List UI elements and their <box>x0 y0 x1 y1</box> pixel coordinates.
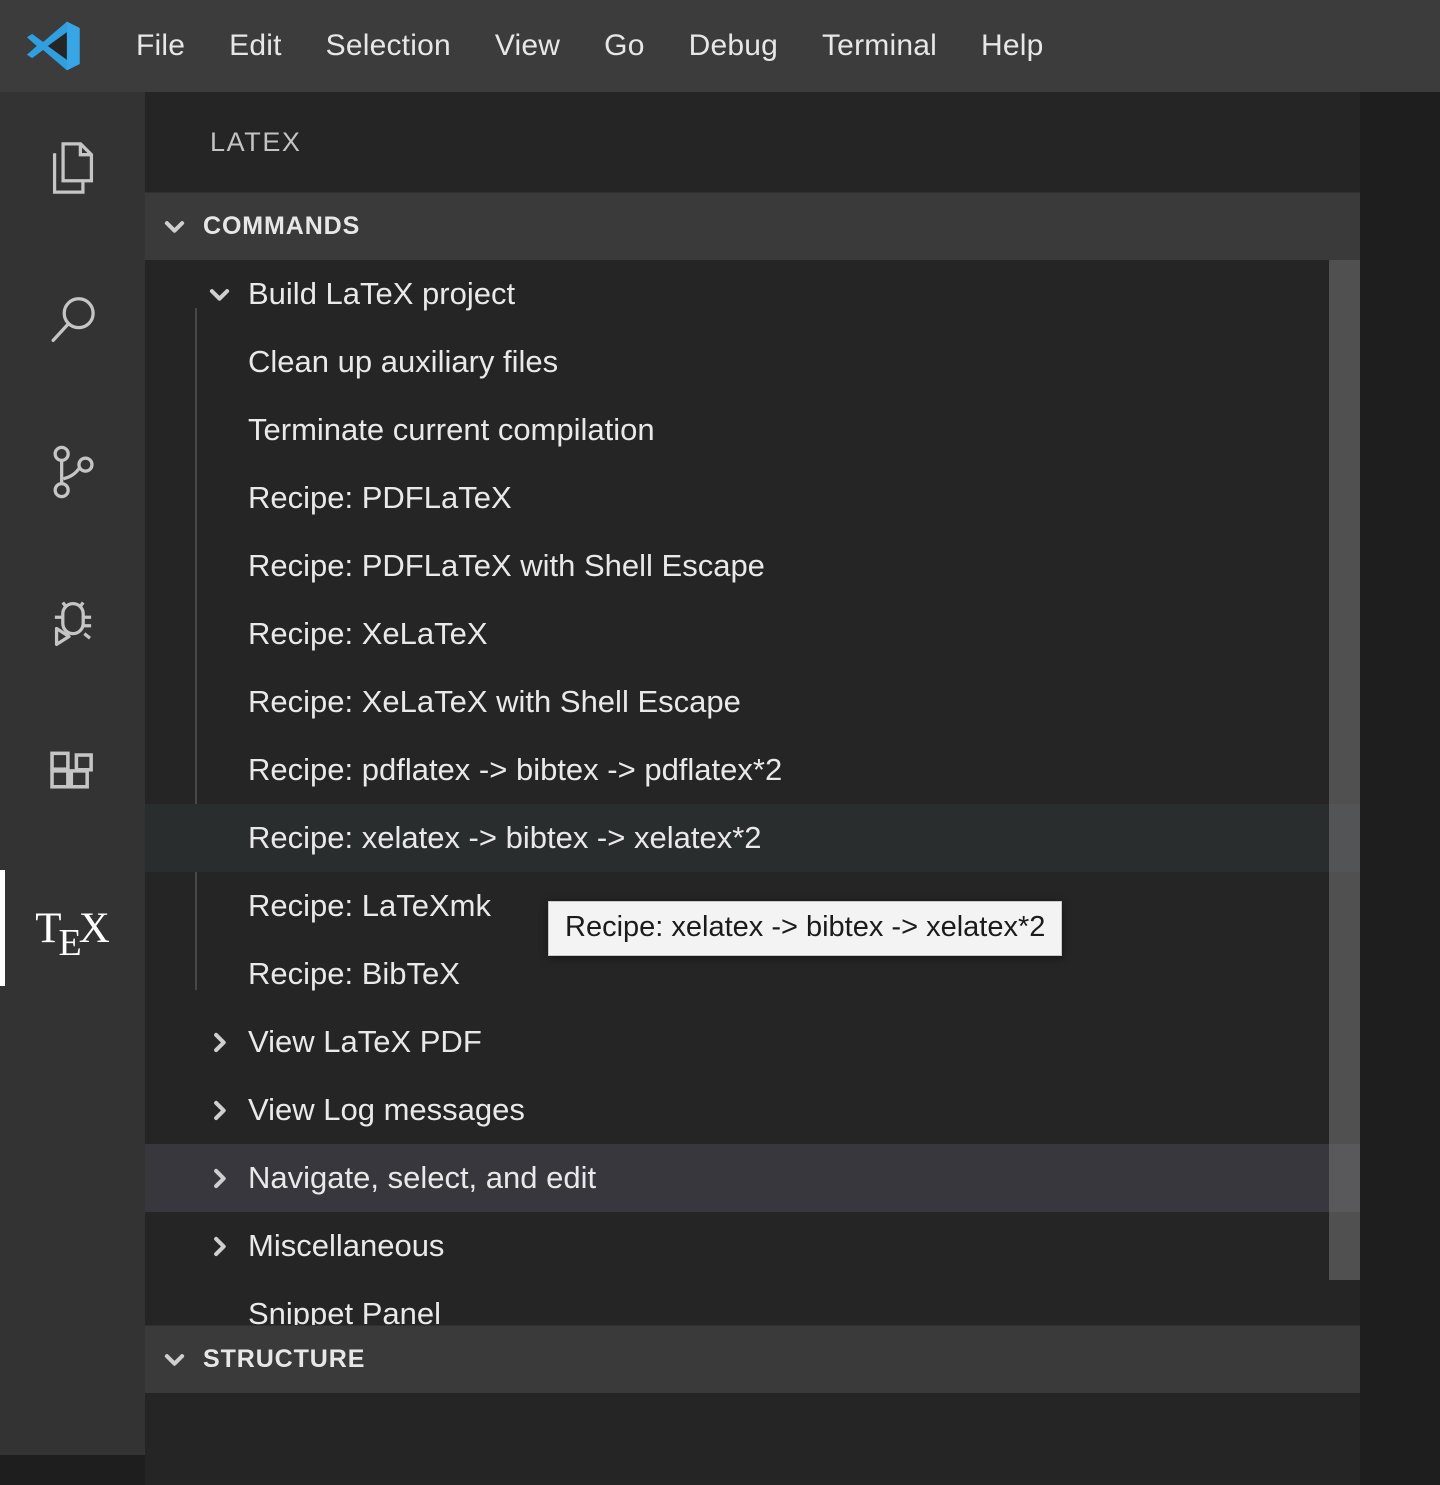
section-header-structure-label: STRUCTURE <box>203 1345 366 1373</box>
tree-row-label: Recipe: pdflatex -> bibtex -> pdflatex*2 <box>248 752 783 787</box>
menu-item-view[interactable]: View <box>473 23 582 69</box>
source-control-icon <box>39 438 107 506</box>
chevron-right-icon[interactable] <box>190 1029 248 1056</box>
tex-icon-e: E <box>58 921 82 964</box>
tree-row-label: Clean up auxiliary files <box>248 344 559 379</box>
tree-row-snippet-panel[interactable]: Snippet Panel <box>145 1280 1360 1325</box>
tree-row-label: Recipe: PDFLaTeX <box>248 480 512 515</box>
section-header-commands[interactable]: COMMANDS <box>145 192 1360 260</box>
activitybar-item-latex[interactable]: TEX <box>0 852 145 1004</box>
menu-item-debug[interactable]: Debug <box>667 23 800 69</box>
tree-row-recipe-xelatex[interactable]: Recipe: XeLaTeX <box>145 600 1360 668</box>
menu-bar: File Edit Selection View Go Debug Termin… <box>0 0 1440 92</box>
tree-row-terminate-current-compilation[interactable]: Terminate current compilation <box>145 396 1360 464</box>
chevron-right-icon[interactable] <box>190 1097 248 1124</box>
debug-icon <box>39 590 107 658</box>
menu-item-selection[interactable]: Selection <box>304 23 473 69</box>
chevron-down-icon <box>145 213 203 240</box>
activitybar-item-extensions[interactable] <box>0 700 145 852</box>
tree-row-label: Navigate, select, and edit <box>248 1160 597 1195</box>
tree-row-recipe-xelatex-bibtex-xelatex2[interactable]: Recipe: xelatex -> bibtex -> xelatex*2 <box>145 804 1360 872</box>
tree-row-navigate-select-and-edit[interactable]: Navigate, select, and edit <box>145 1144 1360 1212</box>
tree-row-label: Recipe: XeLaTeX with Shell Escape <box>248 684 741 719</box>
tree-row-label: Miscellaneous <box>248 1228 445 1263</box>
chevron-down-icon <box>145 1346 203 1373</box>
menu-item-help[interactable]: Help <box>959 23 1066 69</box>
tree-row-clean-up-auxiliary-files[interactable]: Clean up auxiliary files <box>145 328 1360 396</box>
activitybar-item-search[interactable] <box>0 244 145 396</box>
tex-icon-x: X <box>78 904 110 952</box>
tree-row-build-latex-project[interactable]: Build LaTeX project <box>145 260 1360 328</box>
tree-row-label: View LaTeX PDF <box>248 1024 482 1059</box>
tex-icon: TEX <box>35 904 110 964</box>
chevron-right-icon[interactable] <box>190 1165 248 1192</box>
tree-row-recipe-pdflatex-shell-escape[interactable]: Recipe: PDFLaTeX with Shell Escape <box>145 532 1360 600</box>
tree-row-label: Recipe: BibTeX <box>248 956 460 991</box>
section-header-structure[interactable]: STRUCTURE <box>145 1325 1360 1393</box>
activitybar-item-explorer[interactable] <box>0 92 145 244</box>
commands-tree: Build LaTeX project Clean up auxiliary f… <box>145 260 1360 1325</box>
search-icon <box>39 286 107 354</box>
tree-row-label: Terminate current compilation <box>248 412 655 447</box>
tree-row-label: Recipe: LaTeXmk <box>248 888 491 923</box>
latex-side-panel: LATEX COMMANDS Build LaTeX project Clean… <box>145 92 1360 1485</box>
tooltip: Recipe: xelatex -> bibtex -> xelatex*2 <box>548 901 1063 956</box>
extensions-icon <box>39 742 107 810</box>
tree-row-miscellaneous[interactable]: Miscellaneous <box>145 1212 1360 1280</box>
tree-row-recipe-pdflatex-bibtex-pdflatex2[interactable]: Recipe: pdflatex -> bibtex -> pdflatex*2 <box>145 736 1360 804</box>
tree-row-view-latex-pdf[interactable]: View LaTeX PDF <box>145 1008 1360 1076</box>
activitybar-item-source-control[interactable] <box>0 396 145 548</box>
tree-row-recipe-xelatex-shell-escape[interactable]: Recipe: XeLaTeX with Shell Escape <box>145 668 1360 736</box>
menu-item-terminal[interactable]: Terminal <box>800 23 959 69</box>
tree-row-recipe-pdflatex[interactable]: Recipe: PDFLaTeX <box>145 464 1360 532</box>
files-icon <box>39 134 107 202</box>
menu-item-edit[interactable]: Edit <box>207 23 304 69</box>
tree-row-label: Recipe: XeLaTeX <box>248 616 488 651</box>
menu-item-file[interactable]: File <box>114 23 207 69</box>
tree-scrollbar[interactable] <box>1329 260 1360 1325</box>
chevron-right-icon[interactable] <box>190 1233 248 1260</box>
tree-row-label: Recipe: PDFLaTeX with Shell Escape <box>248 548 765 583</box>
tree-row-view-log-messages[interactable]: View Log messages <box>145 1076 1360 1144</box>
structure-section-body <box>145 1393 1360 1485</box>
section-header-commands-label: COMMANDS <box>203 212 361 240</box>
activitybar-item-run-and-debug[interactable] <box>0 548 145 700</box>
tree-row-label: View Log messages <box>248 1092 525 1127</box>
panel-title: LATEX <box>210 126 302 157</box>
tree-row-label: Recipe: xelatex -> bibtex -> xelatex*2 <box>248 820 762 855</box>
vscode-logo-icon <box>22 15 84 77</box>
tree-row-label: Snippet Panel <box>248 1296 442 1325</box>
activity-bar: TEX <box>0 92 145 1455</box>
tree-scrollbar-thumb[interactable] <box>1329 260 1360 1280</box>
menu-item-go[interactable]: Go <box>582 23 666 69</box>
tree-row-label: Build LaTeX project <box>248 276 516 311</box>
chevron-down-icon[interactable] <box>190 281 248 308</box>
